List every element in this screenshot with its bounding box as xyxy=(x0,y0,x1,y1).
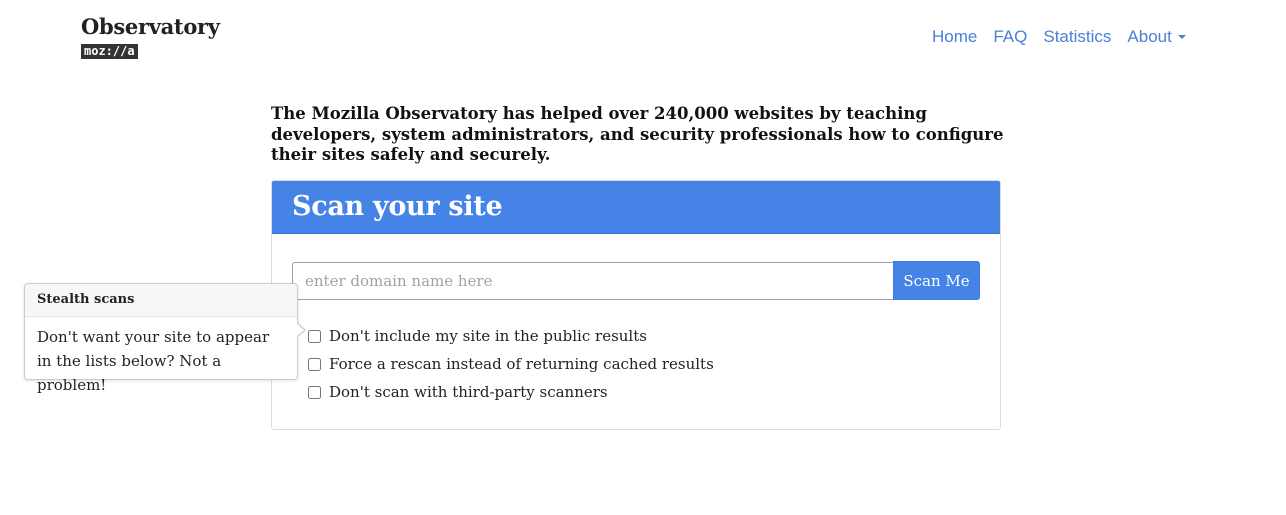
domain-input[interactable] xyxy=(292,262,893,300)
popover-title: Stealth scans xyxy=(25,284,297,317)
intro-text: The Mozilla Observatory has helped over … xyxy=(271,104,1004,164)
nav-home-link[interactable]: Home xyxy=(932,27,977,47)
scan-card: Scan your site Scan Me Don't include my … xyxy=(271,180,1001,430)
option-rescan[interactable]: Force a rescan instead of returning cach… xyxy=(308,350,714,378)
top-nav: Home FAQ Statistics About xyxy=(932,27,1186,47)
nav-faq-link[interactable]: FAQ xyxy=(993,27,1027,47)
scan-form: Scan Me xyxy=(292,261,980,300)
nav-about-label: About xyxy=(1127,27,1172,46)
popover-body: Don't want your site to appear in the li… xyxy=(37,328,270,394)
chevron-down-icon xyxy=(1177,34,1186,39)
option-hidden[interactable]: Don't include my site in the public resu… xyxy=(308,322,714,350)
nav-statistics-link[interactable]: Statistics xyxy=(1043,27,1111,47)
nav-about-dropdown[interactable]: About xyxy=(1127,27,1186,47)
brand-title: Observatory xyxy=(81,14,220,39)
hidden-checkbox[interactable] xyxy=(308,329,321,343)
option-no-third-party-label: Don't scan with third-party scanners xyxy=(329,383,608,401)
option-no-third-party[interactable]: Don't scan with third-party scanners xyxy=(308,378,714,406)
option-hidden-label: Don't include my site in the public resu… xyxy=(329,327,647,345)
scan-options: Don't include my site in the public resu… xyxy=(308,322,714,406)
stealth-scans-popover: Stealth scans Don't want your site to ap… xyxy=(24,283,306,394)
no-third-party-checkbox[interactable] xyxy=(308,385,321,399)
scan-me-button[interactable]: Scan Me xyxy=(893,261,980,300)
popover-arrow xyxy=(296,322,306,338)
scan-card-title: Scan your site xyxy=(272,181,1000,234)
brand[interactable]: Observatory moz://a xyxy=(81,14,220,59)
option-rescan-label: Force a rescan instead of returning cach… xyxy=(329,355,714,373)
rescan-checkbox[interactable] xyxy=(308,357,321,371)
mozilla-logo: moz://a xyxy=(81,44,138,59)
